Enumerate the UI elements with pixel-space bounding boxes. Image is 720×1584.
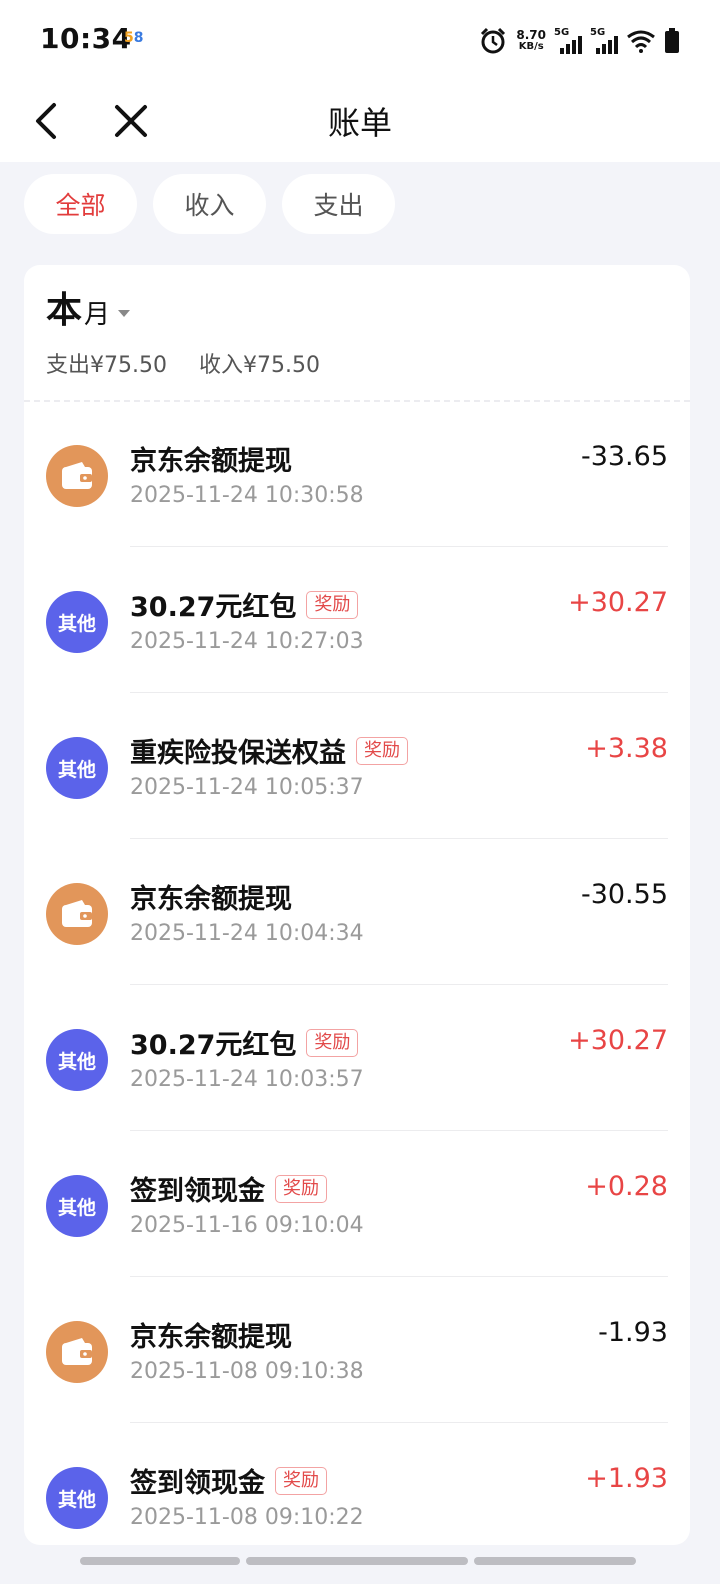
transaction-list: 京东余额提现 2025-11-24 10:30:58 -33.65 其他 30.27元红… xyxy=(24,401,690,1545)
category-other-icon: 其他 xyxy=(46,1467,108,1529)
transaction-title: 30.27元红包 xyxy=(130,592,297,623)
transaction-amount: +30.27 xyxy=(568,1025,668,1056)
income-total: 收入¥75.50 xyxy=(198,353,320,378)
category-other-icon: 其他 xyxy=(46,591,108,653)
transaction-title: 签到领现金 xyxy=(130,1468,265,1499)
transaction-title-row: 重疾险投保送权益 奖励 xyxy=(130,731,408,770)
status-bar: 10:34 58 8.70 KB/s 5G 5G xyxy=(0,0,720,80)
transaction-time: 2025-11-08 09:10:38 xyxy=(130,1359,364,1384)
expense-total: 支出¥75.50 xyxy=(46,353,167,378)
transaction-title-row: 30.27元红包 奖励 xyxy=(130,1023,359,1062)
filter-all[interactable]: 全部 xyxy=(24,174,137,234)
transaction-title: 京东余额提现 xyxy=(130,446,292,477)
transaction-row[interactable]: 京东余额提现 2025-11-24 10:30:58 -33.65 xyxy=(24,401,690,547)
transaction-amount: -33.65 xyxy=(580,441,668,472)
reward-tag: 奖励 xyxy=(275,1466,327,1495)
battery-icon xyxy=(665,28,679,53)
category-other-icon: 其他 xyxy=(46,737,108,799)
reward-tag: 奖励 xyxy=(275,1174,327,1203)
page-title: 账单 xyxy=(327,104,392,142)
reward-tag: 奖励 xyxy=(306,1028,359,1057)
transaction-row[interactable]: 其他 签到领现金 奖励 2025-11-16 09:10:04 +0.28 xyxy=(24,1131,690,1277)
transaction-time: 2025-11-24 10:05:37 xyxy=(130,775,364,800)
wallet-icon xyxy=(46,883,108,945)
reward-tag: 奖励 xyxy=(356,736,408,765)
transaction-row[interactable]: 京东余额提现 2025-11-08 09:10:38 -1.93 xyxy=(24,1277,690,1423)
transaction-time: 2025-11-08 09:10:22 xyxy=(130,1505,364,1530)
transaction-title: 京东余额提现 xyxy=(130,884,292,915)
transaction-time: 2025-11-24 10:03:57 xyxy=(130,1067,364,1092)
transaction-amount: +1.93 xyxy=(585,1463,668,1494)
network-speed: 8.70 KB/s xyxy=(516,28,546,52)
filter-expense[interactable]: 支出 xyxy=(282,174,395,234)
reward-tag: 奖励 xyxy=(306,590,359,619)
bill-card: 本 月 支出¥75.50 收入¥75.50 京东余额提现 2025-11-24 1… xyxy=(24,265,690,1545)
transaction-title: 30.27元红包 xyxy=(130,1030,297,1061)
filter-income[interactable]: 收入 xyxy=(153,174,266,234)
transaction-amount: -1.93 xyxy=(598,1317,668,1348)
transaction-title-row: 京东余额提现 xyxy=(130,877,292,916)
period-label-big: 本 xyxy=(46,290,83,331)
transaction-row[interactable]: 京东余额提现 2025-11-24 10:04:34 -30.55 xyxy=(24,839,690,985)
top-navigation-bar: 账单 xyxy=(0,80,720,162)
transaction-title-row: 签到领现金 奖励 xyxy=(130,1169,327,1208)
transaction-row[interactable]: 其他 签到领现金 奖励 2025-11-08 09:10:22 +1.93 xyxy=(24,1423,690,1545)
transaction-time: 2025-11-24 10:30:58 xyxy=(130,483,364,508)
transaction-title: 京东余额提现 xyxy=(130,1322,292,1353)
transaction-amount: -30.55 xyxy=(580,879,668,910)
category-other-icon: 其他 xyxy=(46,1029,108,1091)
signal-icon: 5G xyxy=(554,28,582,54)
transaction-title: 签到领现金 xyxy=(130,1176,265,1207)
app-notification-icon: 58 xyxy=(124,30,144,46)
caret-down-icon xyxy=(118,310,131,317)
transaction-row[interactable]: 其他 30.27元红包 奖励 2025-11-24 10:03:57 +30.27 xyxy=(24,985,690,1131)
transaction-title-row: 京东余额提现 xyxy=(130,1315,292,1354)
wallet-icon xyxy=(46,1321,108,1383)
transaction-amount: +3.38 xyxy=(585,733,668,764)
wifi-icon xyxy=(627,30,655,53)
transaction-time: 2025-11-24 10:27:03 xyxy=(130,629,364,654)
transaction-title-row: 签到领现金 奖励 xyxy=(130,1461,327,1500)
transaction-row[interactable]: 其他 重疾险投保送权益 奖励 2025-11-24 10:05:37 +3.38 xyxy=(24,693,690,839)
alarm-icon xyxy=(481,27,506,54)
transaction-title-row: 30.27元红包 奖励 xyxy=(130,585,359,624)
category-other-icon: 其他 xyxy=(46,1175,108,1237)
period-selector[interactable]: 本 月 xyxy=(46,289,131,333)
signal-icon: 5G xyxy=(590,28,618,54)
transaction-amount: +30.27 xyxy=(568,587,668,618)
status-time: 10:34 xyxy=(40,22,132,55)
transaction-row[interactable]: 其他 30.27元红包 奖励 2025-11-24 10:27:03 +30.27 xyxy=(24,547,690,693)
transaction-title-row: 京东余额提现 xyxy=(130,439,292,478)
period-label-small: 月 xyxy=(84,300,111,330)
wallet-icon xyxy=(46,445,108,507)
transaction-time: 2025-11-16 09:10:04 xyxy=(130,1213,364,1238)
gesture-bar xyxy=(80,1557,636,1565)
transaction-title: 重疾险投保送权益 xyxy=(130,738,346,769)
transaction-amount: +0.28 xyxy=(585,1171,668,1202)
transaction-time: 2025-11-24 10:04:34 xyxy=(130,921,364,946)
period-totals: 支出¥75.50 收入¥75.50 xyxy=(46,347,320,379)
status-icons: 8.70 KB/s 5G 5G xyxy=(478,24,680,58)
filter-tabs: 全部 收入 支出 xyxy=(24,174,395,234)
